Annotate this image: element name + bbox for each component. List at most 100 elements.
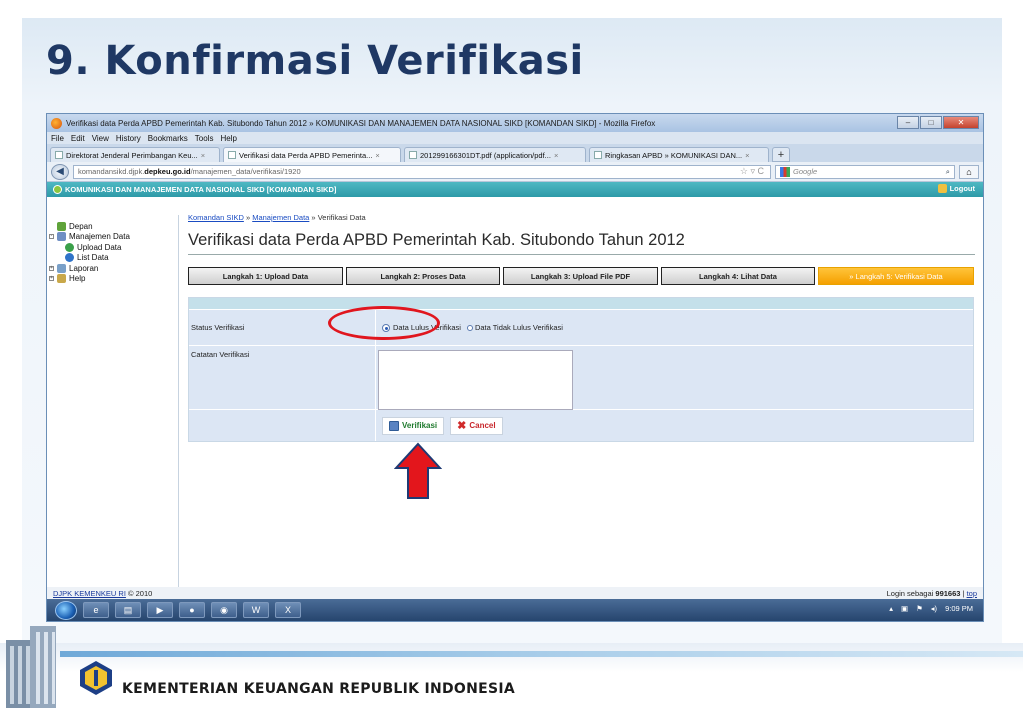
- maximize-button[interactable]: □: [920, 116, 942, 129]
- step-4-tab[interactable]: Langkah 4: Lihat Data: [661, 267, 815, 285]
- search-placeholder: Google: [793, 167, 818, 176]
- tab-bar: Direktorat Jenderal Perimbangan Keu... ×…: [47, 144, 983, 162]
- collapse-icon[interactable]: -: [49, 234, 54, 240]
- save-icon: [389, 420, 399, 431]
- browser-tab-active[interactable]: Verifikasi data Perda APBD Pemerinta... …: [223, 147, 401, 162]
- page-icon: [409, 151, 417, 159]
- url-prefix: komandansikd.djpk.: [78, 167, 145, 176]
- windows-start-icon[interactable]: [55, 600, 77, 620]
- sidebar-item-manajemen-data[interactable]: - Manajemen Data: [47, 232, 178, 243]
- volume-icon[interactable]: ◂): [931, 604, 937, 613]
- window-titlebar: Verifikasi data Perda APBD Pemerintah Ka…: [47, 114, 983, 132]
- step-3-tab[interactable]: Langkah 3: Upload File PDF: [503, 267, 658, 285]
- footer-link[interactable]: DJPK KEMENKEU RI: [53, 589, 126, 598]
- radio-fail-label: Data Tidak Lulus Verifikasi: [474, 323, 563, 332]
- breadcrumb-link-home[interactable]: Komandan SIKD: [188, 213, 244, 222]
- logout-label: Logout: [949, 184, 975, 193]
- expand-icon[interactable]: +: [49, 276, 54, 282]
- page-content: Depan - Manajemen Data Upload Data List …: [47, 213, 983, 587]
- note-cell: [376, 346, 973, 410]
- clock[interactable]: 9:09 PM: [945, 604, 973, 613]
- new-tab-button[interactable]: +: [772, 147, 790, 162]
- app-header: KOMUNIKASI DAN MANAJEMEN DATA NASIONAL S…: [47, 182, 983, 197]
- tab-close-icon[interactable]: ×: [554, 151, 558, 160]
- page-icon: [228, 151, 236, 159]
- tab-close-icon[interactable]: ×: [745, 151, 749, 160]
- menu-file[interactable]: File: [51, 134, 64, 143]
- note-textarea[interactable]: [378, 350, 573, 410]
- radio-fail-option[interactable]: Data Tidak Lulus Verifikasi: [466, 323, 563, 332]
- breadcrumb-current: Verifikasi Data: [317, 213, 366, 222]
- logout-link[interactable]: Logout: [937, 184, 975, 193]
- browser-tab[interactable]: Ringkasan APBD » KOMUNIKASI DAN... ×: [589, 147, 769, 162]
- navigation-bar: ◀ komandansikd.djpk. depkeu.go.id/manajem…: [47, 162, 983, 182]
- sidebar-item-help[interactable]: + Help: [47, 274, 178, 285]
- verify-button-label: Verifikasi: [402, 421, 438, 430]
- network-icon[interactable]: ▣: [901, 604, 908, 613]
- footer-login-prefix: Login sebagai: [886, 588, 936, 598]
- menu-tools[interactable]: Tools: [195, 134, 214, 143]
- key-icon: [937, 184, 947, 193]
- step-1-tab[interactable]: Langkah 1: Upload Data: [188, 267, 343, 285]
- flag-icon[interactable]: ⚑: [916, 604, 923, 613]
- cancel-button-label: Cancel: [469, 421, 496, 430]
- ministry-logo-icon: [80, 661, 112, 695]
- firefox-taskbar-icon[interactable]: ●: [179, 602, 205, 618]
- status-row: Status Verifikasi Data Lulus Verifikasi …: [189, 309, 973, 345]
- tab-close-icon[interactable]: ×: [375, 151, 379, 160]
- sidebar-item-upload-data[interactable]: Upload Data: [47, 242, 178, 253]
- search-icon[interactable]: ⌕: [946, 167, 950, 177]
- red-arrow-icon: [394, 442, 442, 499]
- verify-button[interactable]: Verifikasi: [382, 416, 445, 435]
- menu-history[interactable]: History: [116, 134, 141, 143]
- note-row: Catatan Verifikasi: [189, 345, 973, 410]
- step-5-tab[interactable]: » Langkah 5: Verifikasi Data: [818, 267, 974, 285]
- page-footer: DJPK KEMENKEU RI © 2010 Login sebagai 99…: [47, 587, 983, 599]
- chrome-icon[interactable]: ◉: [211, 602, 237, 618]
- footer-user: 991663: [935, 588, 961, 598]
- tray-arrow-icon[interactable]: ▴: [889, 604, 893, 613]
- system-tray: ▴ ▣ ⚑ ◂) 9:09 PM: [889, 604, 973, 613]
- back-arrow-icon[interactable]: ◀: [51, 163, 69, 180]
- cancel-button[interactable]: ✖ Cancel: [450, 416, 503, 435]
- excel-icon[interactable]: X: [275, 602, 301, 618]
- step-2-tab[interactable]: Langkah 2: Proses Data: [346, 267, 500, 285]
- building-icon: [6, 626, 56, 708]
- browser-tab[interactable]: 201299166301DT.pdf (application/pdf... ×: [404, 147, 586, 162]
- sidebar-item-list-data[interactable]: List Data: [47, 253, 178, 264]
- tab-label: 201299166301DT.pdf (application/pdf...: [420, 150, 551, 160]
- expand-icon[interactable]: +: [49, 265, 54, 271]
- url-bar[interactable]: komandansikd.djpk. depkeu.go.id/manajemen…: [73, 164, 771, 179]
- report-icon: [57, 263, 66, 273]
- search-input[interactable]: Google ⌕: [775, 164, 955, 179]
- status-options: Data Lulus Verifikasi Data Tidak Lulus V…: [376, 310, 973, 345]
- slide-footer-stripe: [60, 651, 1023, 657]
- browser-tab[interactable]: Direktorat Jenderal Perimbangan Keu... ×: [50, 147, 220, 162]
- tab-close-icon[interactable]: ×: [201, 151, 205, 160]
- sidebar-item-laporan[interactable]: + Laporan: [47, 263, 178, 274]
- footer-top-link[interactable]: top: [967, 589, 977, 598]
- sidebar-item-depan[interactable]: Depan: [47, 221, 178, 232]
- menu-bookmarks[interactable]: Bookmarks: [148, 134, 188, 143]
- help-icon: [57, 274, 66, 284]
- url-path: /manajemen_data/verifikasi/1920: [190, 167, 301, 176]
- sidebar-item-label: List Data: [77, 253, 109, 263]
- taskbar: e ▤ ▶ ● ◉ W X ▴ ▣ ⚑ ◂) 9:09 PM: [47, 599, 983, 621]
- menu-help[interactable]: Help: [220, 134, 236, 143]
- home-icon[interactable]: ⌂: [959, 164, 979, 179]
- menu-edit[interactable]: Edit: [71, 134, 85, 143]
- ie-icon[interactable]: e: [83, 602, 109, 618]
- page-title: Verifikasi data Perda APBD Pemerintah Ka…: [188, 231, 975, 255]
- breadcrumb-link-manajemen[interactable]: Manajemen Data: [252, 213, 309, 222]
- minimize-button[interactable]: –: [897, 116, 919, 129]
- radio-fail[interactable]: [466, 324, 473, 331]
- close-button[interactable]: ✕: [943, 116, 979, 129]
- button-row: Verifikasi ✖ Cancel: [189, 409, 973, 441]
- bookmark-star-icon[interactable]: ☆ ▿ C: [740, 166, 764, 177]
- highlight-ellipse: [328, 306, 440, 340]
- tab-label: Direktorat Jenderal Perimbangan Keu...: [66, 150, 198, 160]
- explorer-icon[interactable]: ▤: [115, 602, 141, 618]
- word-icon[interactable]: W: [243, 602, 269, 618]
- media-player-icon[interactable]: ▶: [147, 602, 173, 618]
- menu-view[interactable]: View: [92, 134, 109, 143]
